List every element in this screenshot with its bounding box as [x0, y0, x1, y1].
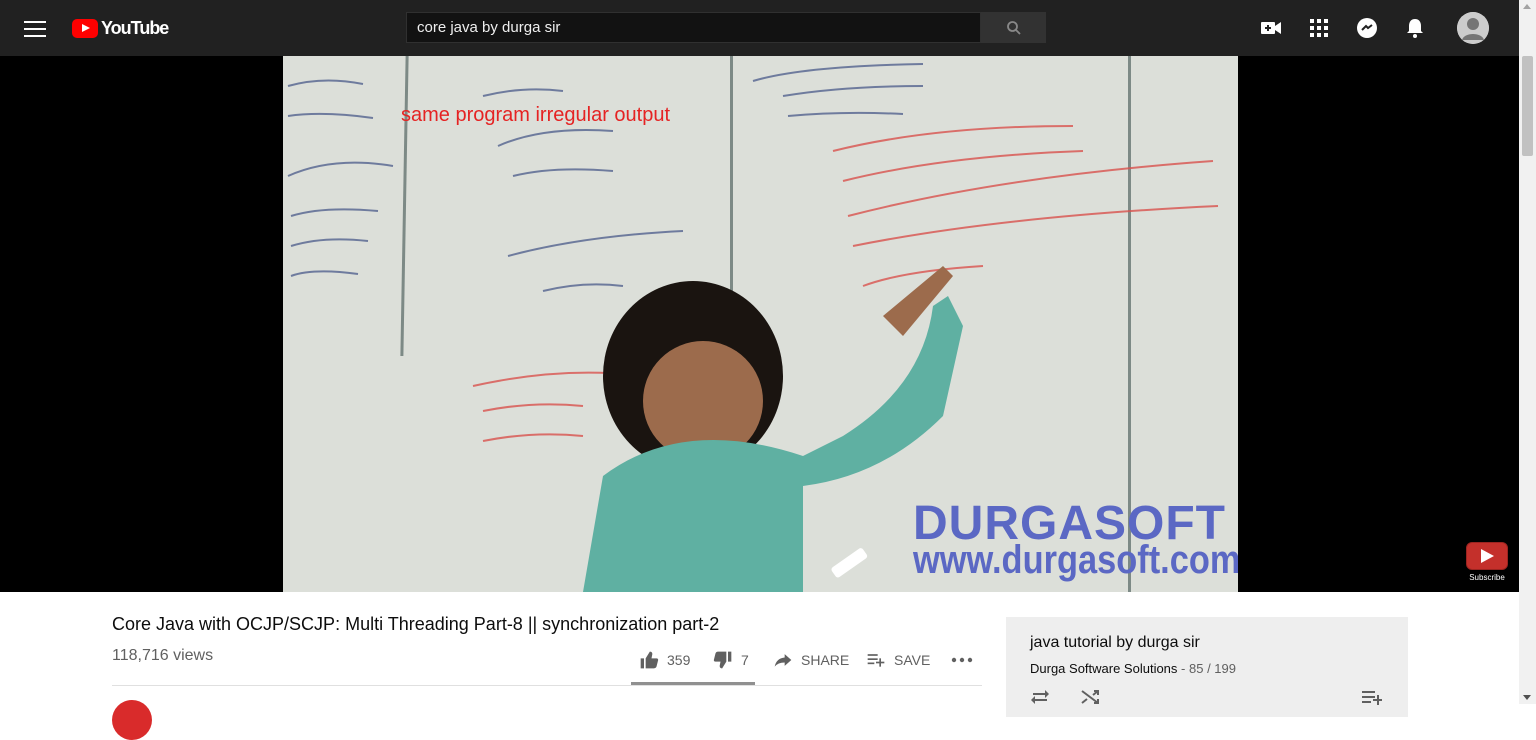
like-count: 359	[667, 652, 691, 668]
masthead: YouTube	[0, 0, 1519, 56]
playlist-owner[interactable]: Durga Software Solutions	[1030, 661, 1177, 676]
loop-icon[interactable]	[1030, 689, 1050, 705]
sentiment-bar	[631, 682, 755, 685]
page-scrollbar[interactable]	[1519, 0, 1536, 704]
thumbs-up-icon	[640, 651, 659, 669]
search-icon	[1006, 20, 1021, 35]
search-button[interactable]	[981, 12, 1046, 43]
youtube-play-icon	[72, 18, 98, 38]
playlist-title[interactable]: java tutorial by durga sir	[1030, 634, 1200, 652]
video-title: Core Java with OCJP/SCJP: Multi Threadin…	[112, 614, 720, 634]
save-label: SAVE	[894, 652, 931, 668]
create-video-icon[interactable]	[1259, 16, 1283, 40]
playlist-separator: -	[1181, 661, 1189, 676]
view-count: 118,716 views	[112, 647, 214, 664]
account-avatar[interactable]	[1457, 12, 1489, 44]
playlist-meta: Durga Software Solutions - 85 / 199	[1030, 661, 1236, 676]
playlist-add-icon	[867, 654, 885, 667]
dislike-count: 7	[741, 652, 749, 668]
more-actions-button[interactable]	[951, 650, 973, 670]
share-button[interactable]: SHARE	[773, 650, 849, 670]
playlist-panel: java tutorial by durga sir Durga Softwar…	[1006, 617, 1408, 717]
watermark-url: www.durgasoft.com	[913, 538, 1238, 582]
save-button[interactable]: SAVE	[866, 650, 930, 670]
thumbs-down-icon	[713, 651, 732, 669]
channel-avatar[interactable]	[112, 700, 152, 740]
subscribe-label: Subscribe	[1469, 573, 1505, 582]
scrollbar-thumb[interactable]	[1522, 56, 1533, 156]
like-button[interactable]: 359	[639, 650, 690, 670]
menu-icon[interactable]	[24, 18, 46, 38]
more-horizontal-icon	[951, 657, 973, 663]
account-icon	[1457, 12, 1489, 44]
dislike-button[interactable]: 7	[713, 650, 749, 670]
logo-text: YouTube	[101, 17, 169, 38]
video-player[interactable]: same program irregular output DURGASOFT …	[0, 56, 1519, 592]
subscribe-play-icon	[1466, 542, 1508, 570]
messages-icon[interactable]	[1355, 16, 1379, 40]
youtube-logo[interactable]: YouTube	[72, 17, 169, 38]
playlist-menu-icon[interactable]	[1362, 689, 1382, 705]
share-label: SHARE	[801, 652, 850, 668]
video-frame[interactable]: same program irregular output DURGASOFT …	[283, 56, 1238, 592]
share-icon	[774, 654, 792, 667]
scroll-down-icon[interactable]	[1523, 695, 1531, 700]
scroll-up-icon[interactable]	[1523, 4, 1531, 9]
annotation-text: same program irregular output	[401, 104, 671, 126]
subscribe-watermark-button[interactable]: Subscribe	[1466, 542, 1508, 582]
apps-icon[interactable]	[1307, 16, 1331, 40]
search-input[interactable]	[417, 13, 957, 42]
playlist-position: 85 / 199	[1189, 661, 1236, 676]
notifications-icon[interactable]	[1403, 16, 1427, 40]
info-divider	[112, 685, 982, 686]
search-box[interactable]	[406, 12, 981, 43]
shuffle-icon[interactable]	[1080, 689, 1100, 705]
